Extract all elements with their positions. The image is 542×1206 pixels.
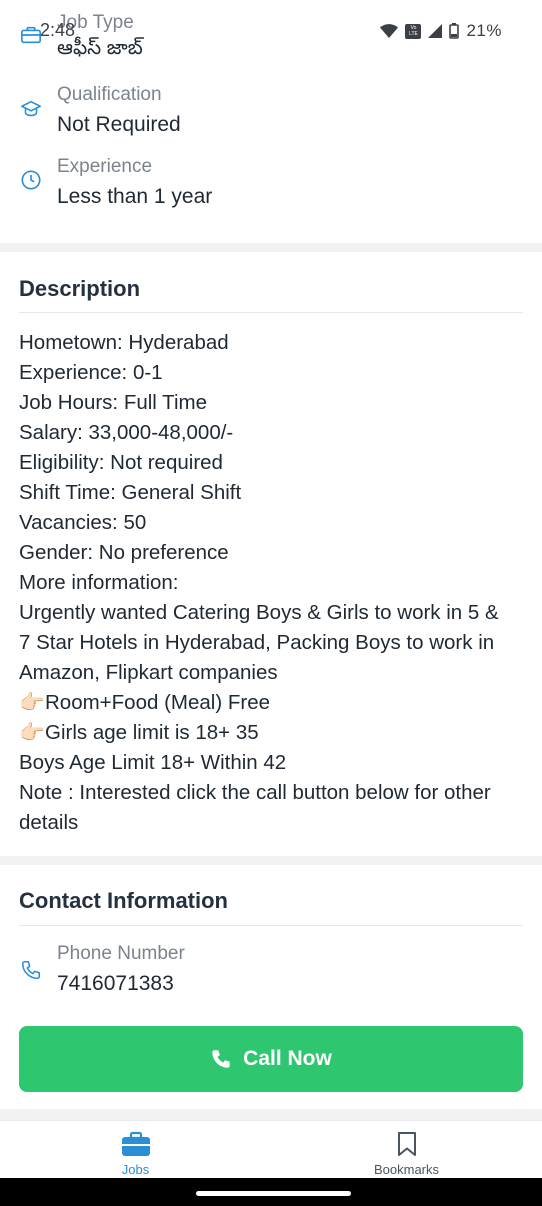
phone-label: Phone Number [57, 943, 185, 964]
desc-bullet-line: 👉🏻Room+Food (Meal) Free [19, 688, 529, 718]
home-indicator[interactable] [196, 1191, 351, 1196]
bottom-nav: Jobs Bookmarks [0, 1120, 542, 1178]
call-now-button[interactable]: Call Now [19, 1026, 523, 1092]
experience-label: Experience [57, 156, 153, 177]
desc-line: Job Hours: Full Time [19, 391, 207, 414]
description-title: Description [19, 276, 141, 301]
call-now-label: Call Now [243, 1047, 332, 1070]
experience-value: Less than 1 year [57, 185, 213, 208]
wifi-icon [380, 24, 399, 38]
nav-jobs-label: Jobs [121, 1162, 150, 1177]
volte-icon: Vo LTE [405, 23, 422, 39]
gesture-bar [0, 1178, 542, 1206]
qualification-row: Qualification Not Required [0, 80, 542, 144]
desc-line: More information: [19, 571, 179, 594]
phone-row[interactable]: Phone Number 7416071383 [0, 940, 542, 1004]
nav-jobs[interactable]: Jobs [0, 1121, 271, 1179]
status-icons: Vo LTE 21% [380, 21, 502, 41]
desc-line: Urgently wanted Catering Boys & Girls to… [19, 601, 499, 624]
signal-icon [428, 24, 443, 38]
desc-line: Eligibility: Not required [19, 451, 223, 474]
desc-line: Gender: No preference [19, 541, 229, 564]
desc-line: Salary: 33,000-48,000/- [19, 421, 234, 444]
desc-bullet-line: 👉🏻Girls age limit is 18+ 35 [19, 718, 529, 748]
section-divider [0, 243, 542, 252]
section-divider [0, 1109, 542, 1120]
description-rule [19, 312, 523, 313]
phone-icon [21, 960, 41, 980]
pointing-hand-icon: 👉🏻 [19, 691, 45, 714]
battery-icon [449, 23, 460, 39]
contact-title: Contact Information [19, 888, 228, 913]
desc-line: Boys Age Limit 18+ Within 42 [19, 751, 287, 774]
contact-rule [19, 925, 523, 926]
experience-row: Experience Less than 1 year [0, 152, 542, 216]
pointing-hand-icon: 👉🏻 [19, 721, 45, 744]
qualification-label: Qualification [57, 84, 162, 105]
desc-line: details [19, 811, 79, 834]
nav-bookmarks[interactable]: Bookmarks [271, 1121, 542, 1179]
status-time: 2:48 [40, 20, 76, 40]
briefcase-icon [21, 26, 41, 44]
phone-value[interactable]: 7416071383 [57, 972, 174, 996]
graduation-cap-icon [21, 100, 41, 117]
nav-bookmarks-label: Bookmarks [373, 1162, 440, 1177]
desc-line: Amazon, Flipkart companies [19, 661, 278, 684]
desc-line: 7 Star Hotels in Hyderabad, Packing Boys… [19, 631, 495, 654]
description-body: Hometown: Hyderabad Experience: 0-1 Job … [19, 328, 529, 838]
desc-bullet-text: Room+Food (Meal) Free [45, 691, 271, 714]
phone-call-icon [212, 1050, 230, 1068]
desc-line: Experience: 0-1 [19, 361, 163, 384]
briefcase-icon [121, 1131, 150, 1156]
desc-line: Hometown: Hyderabad [19, 331, 229, 354]
job-type-value: ఆఫీస్ జాబ్ [57, 37, 143, 59]
desc-line: Note : Interested click the call button … [19, 781, 491, 804]
qualification-value: Not Required [57, 113, 181, 136]
desc-line: Vacancies: 50 [19, 511, 147, 534]
bookmark-icon [397, 1132, 416, 1156]
clock-icon [21, 170, 41, 190]
battery-percent: 21% [466, 21, 502, 40]
desc-bullet-text: Girls age limit is 18+ 35 [45, 721, 259, 744]
desc-line: Shift Time: General Shift [19, 481, 242, 504]
section-divider [0, 856, 542, 865]
